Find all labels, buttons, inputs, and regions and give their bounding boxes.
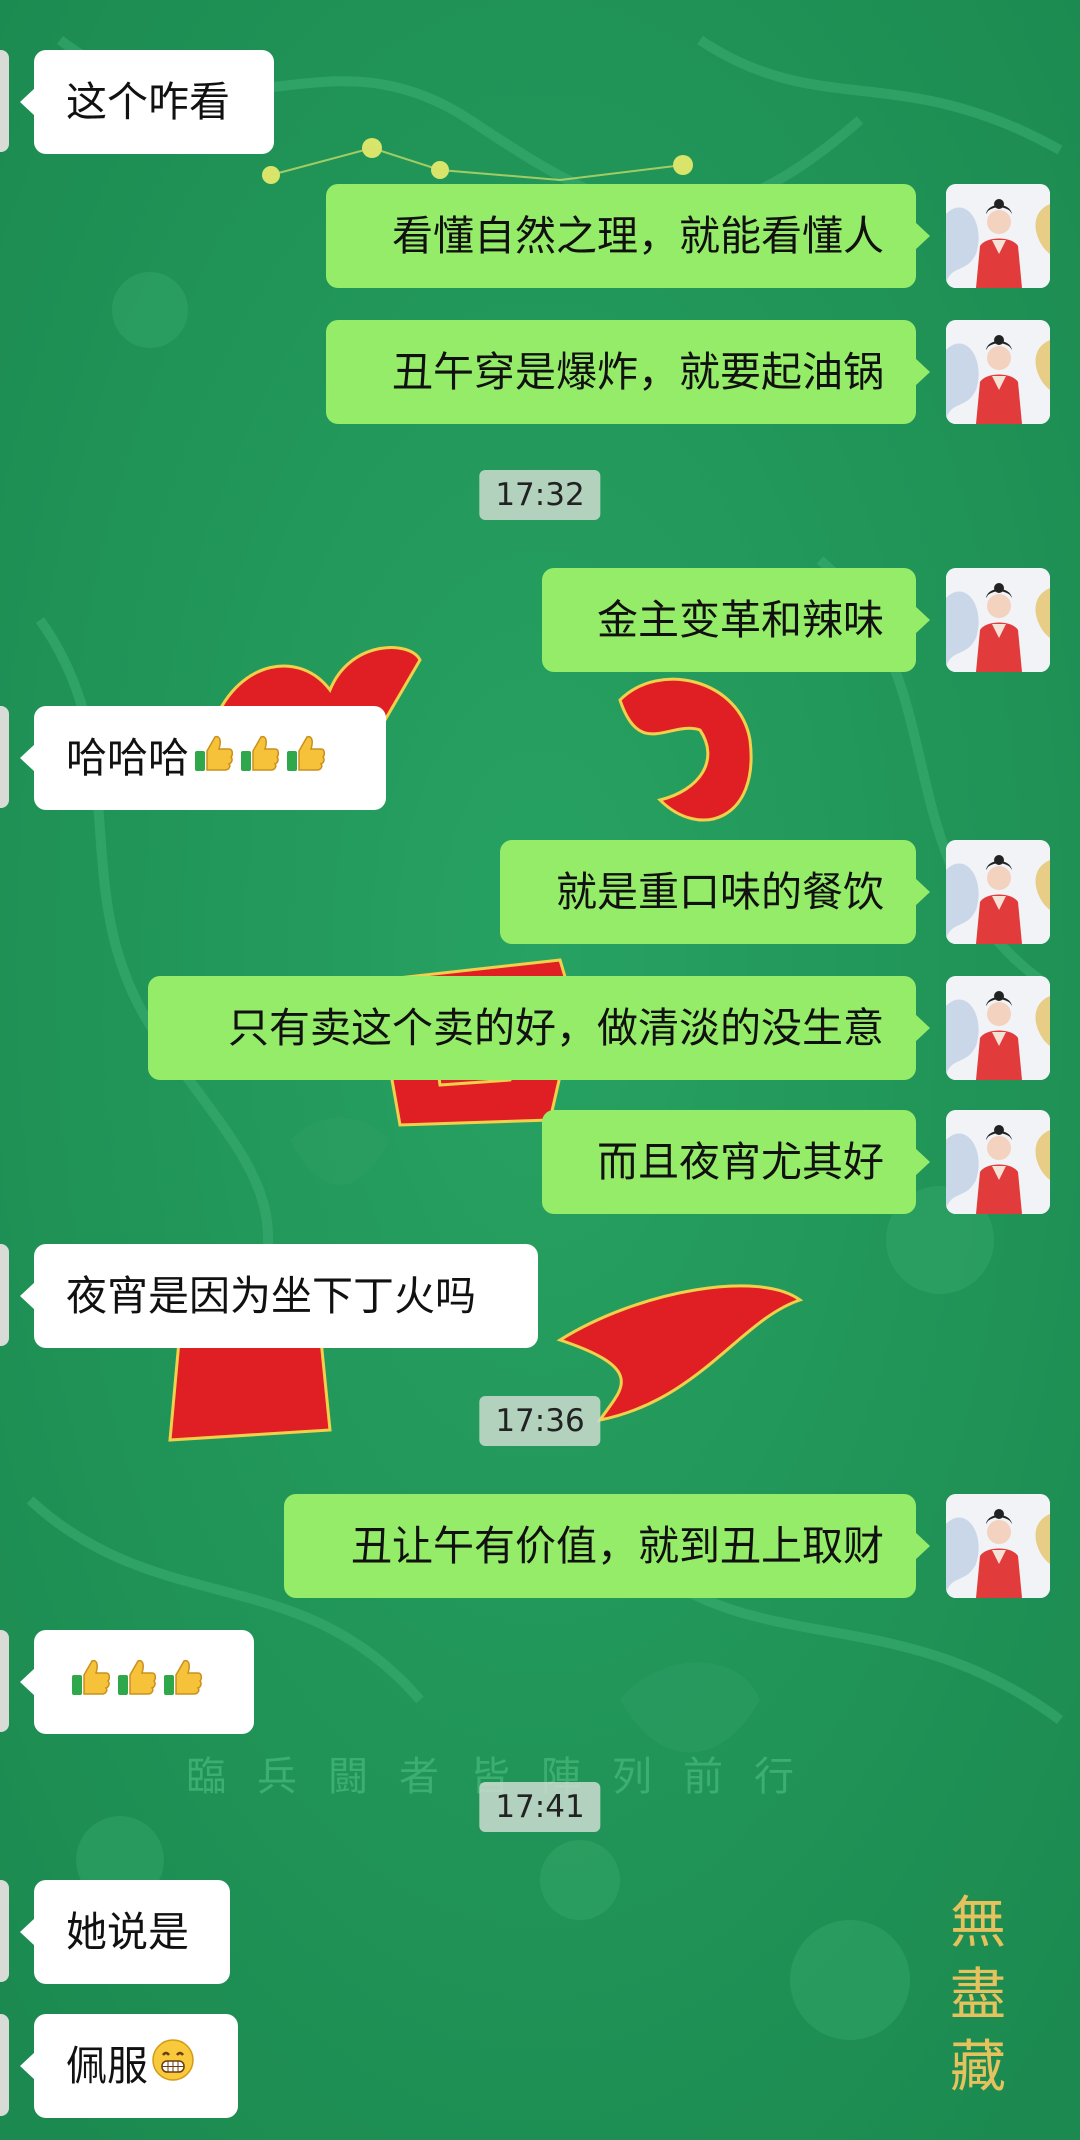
timestamp: 17:41 — [479, 1782, 601, 1832]
thumbs-up-icon — [114, 1633, 158, 1737]
profile-portrait-icon — [946, 184, 1050, 288]
timestamp: 17:36 — [479, 1396, 601, 1446]
peer-avatar-partial[interactable] — [0, 1630, 9, 1732]
my-avatar[interactable] — [946, 320, 1050, 424]
message-text: 哈哈哈 — [66, 734, 189, 782]
my-avatar[interactable] — [946, 1494, 1050, 1598]
message-text: 她说是 — [66, 1908, 189, 1956]
message-bubble-incoming[interactable]: 她说是 — [20, 1880, 230, 1984]
message-bubble-incoming[interactable]: 这个咋看 — [20, 50, 274, 154]
message-text: 夜宵是因为坐下丁火吗 — [66, 1272, 476, 1320]
my-avatar[interactable] — [946, 568, 1050, 672]
message-bubble-outgoing[interactable]: 而且夜宵尤其好 — [542, 1110, 930, 1214]
message-text: 看懂自然之理，就能看懂人 — [392, 212, 884, 260]
my-avatar[interactable] — [946, 1110, 1050, 1214]
profile-portrait-icon — [946, 320, 1050, 424]
message-text: 丑让午有价值，就到丑上取财 — [351, 1522, 884, 1570]
message-bubble-incoming[interactable]: 夜宵是因为坐下丁火吗 — [20, 1244, 538, 1348]
peer-avatar-partial[interactable] — [0, 50, 9, 152]
message-bubble-incoming[interactable]: 哈哈哈 — [20, 706, 386, 813]
message-text: 只有卖这个卖的好，做清淡的没生意 — [228, 1004, 884, 1052]
profile-portrait-icon — [946, 1110, 1050, 1214]
my-avatar[interactable] — [946, 840, 1050, 944]
message-text: 这个咋看 — [66, 78, 230, 126]
profile-portrait-icon — [946, 976, 1050, 1080]
message-bubble-outgoing[interactable]: 金主变革和辣味 — [542, 568, 930, 672]
profile-portrait-icon — [946, 840, 1050, 944]
timestamp: 17:32 — [479, 470, 601, 520]
message-bubble-outgoing[interactable]: 就是重口味的餐饮 — [500, 840, 930, 944]
thumbs-up-icon — [191, 709, 235, 813]
message-bubble-incoming[interactable] — [20, 1630, 254, 1737]
message-text: 金主变革和辣味 — [597, 596, 884, 644]
peer-avatar-partial[interactable] — [0, 2014, 9, 2116]
thumbs-up-icon — [68, 1633, 112, 1737]
message-bubble-outgoing[interactable]: 只有卖这个卖的好，做清淡的没生意 — [148, 976, 930, 1080]
message-text: 就是重口味的餐饮 — [556, 868, 884, 916]
thumbs-up-icon — [283, 709, 327, 813]
my-avatar[interactable] — [946, 976, 1050, 1080]
profile-portrait-icon — [946, 568, 1050, 672]
thumbs-up-icon — [160, 1633, 204, 1737]
peer-avatar-partial[interactable] — [0, 1244, 9, 1346]
message-text: 丑午穿是爆炸，就要起油锅 — [392, 348, 884, 396]
message-list[interactable]: 这个咋看 看懂自然之理，就能看懂人 丑午穿是爆炸，就要起油锅 17:32 金主变… — [0, 0, 1080, 2140]
grinning-face-icon — [150, 2017, 196, 2121]
message-bubble-outgoing[interactable]: 丑午穿是爆炸，就要起油锅 — [326, 320, 930, 424]
thumbs-up-icon — [237, 709, 281, 813]
my-avatar[interactable] — [946, 184, 1050, 288]
message-bubble-incoming[interactable]: 佩服 — [20, 2014, 238, 2121]
peer-avatar-partial[interactable] — [0, 1880, 9, 1982]
message-text: 而且夜宵尤其好 — [597, 1138, 884, 1186]
message-bubble-outgoing[interactable]: 看懂自然之理，就能看懂人 — [326, 184, 930, 288]
message-bubble-outgoing[interactable]: 丑让午有价值，就到丑上取财 — [284, 1494, 930, 1598]
message-text: 佩服 — [66, 2042, 148, 2090]
profile-portrait-icon — [946, 1494, 1050, 1598]
peer-avatar-partial[interactable] — [0, 706, 9, 808]
